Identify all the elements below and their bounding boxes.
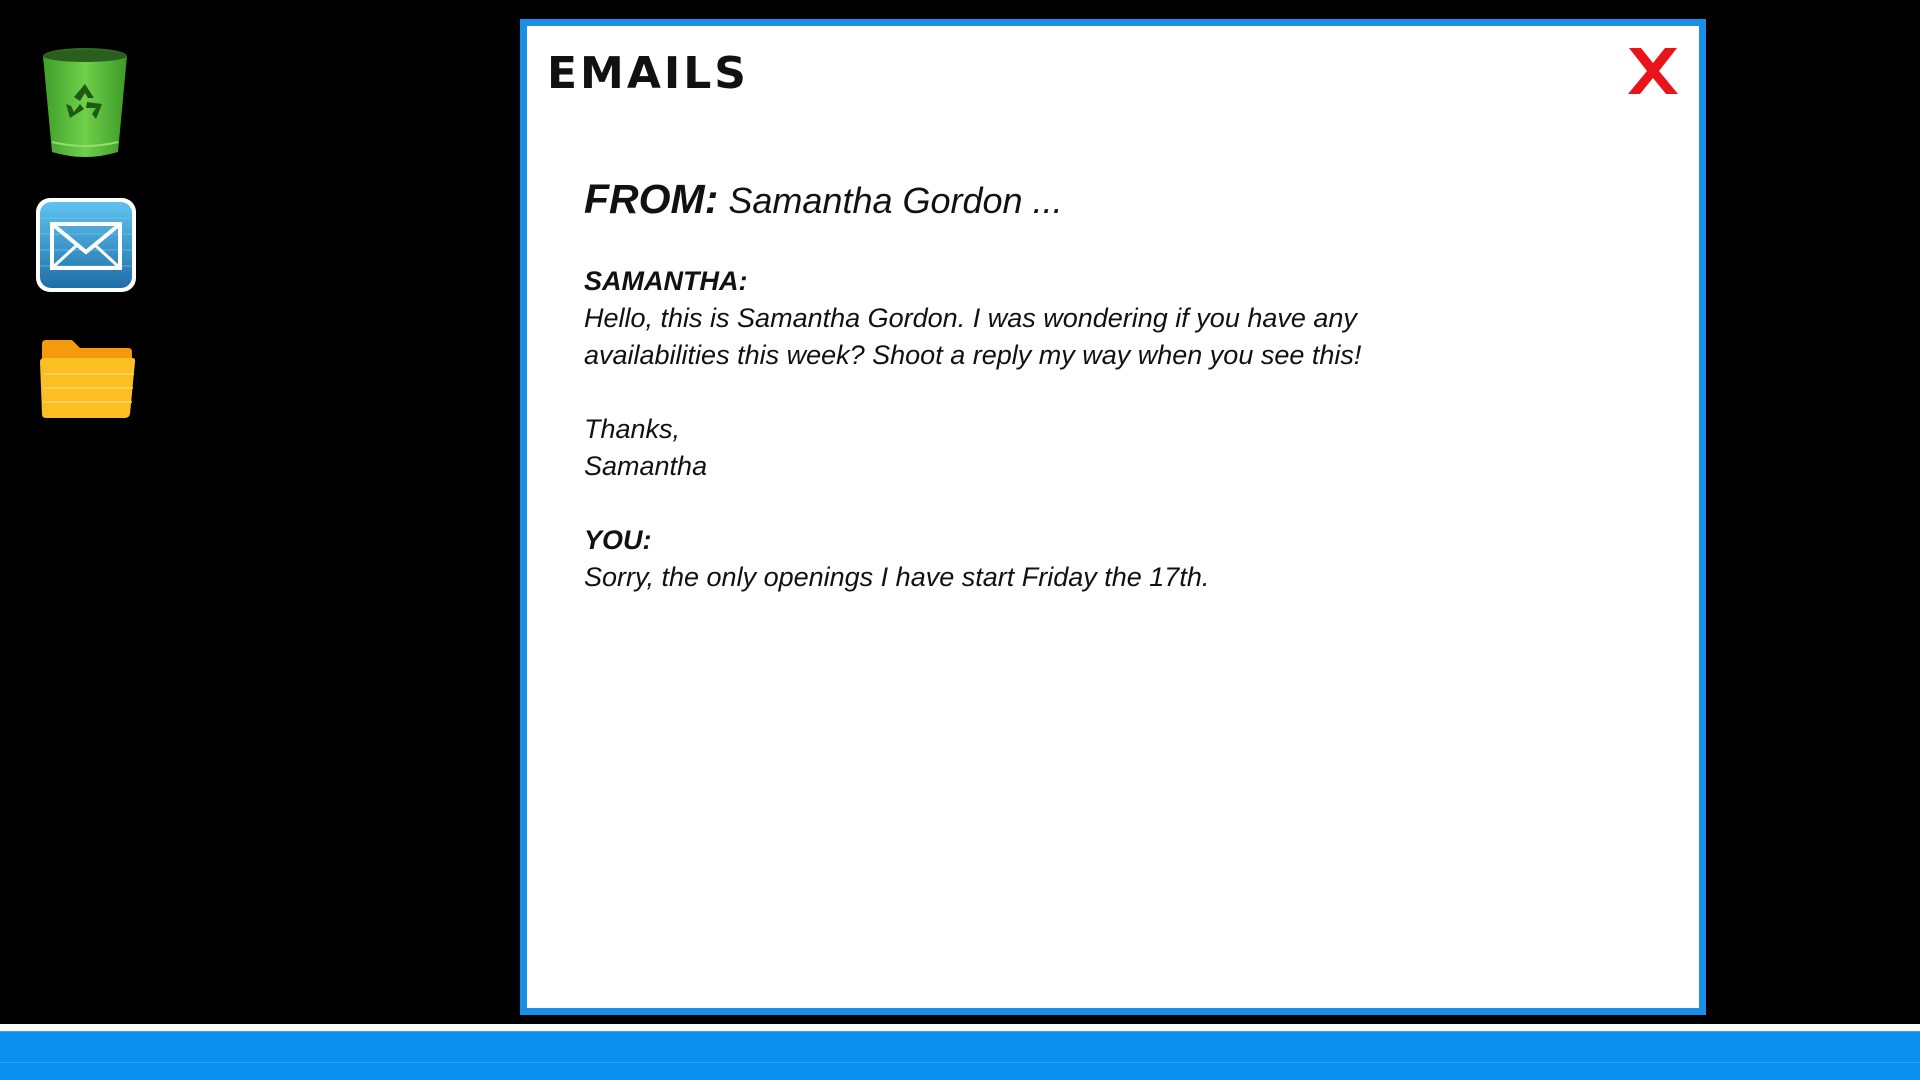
desktop: EMAILS FROM: Samantha Gordon ... SAMANTH… [0, 0, 1920, 1080]
message-speaker: YOU: [584, 525, 652, 555]
close-icon [1628, 48, 1678, 94]
taskbar[interactable] [0, 1031, 1920, 1080]
from-name: Samantha Gordon ... [728, 180, 1063, 221]
email-body: FROM: Samantha Gordon ... SAMANTHA: Hell… [584, 176, 1634, 596]
message-you: YOU: Sorry, the only openings I have sta… [584, 522, 1634, 596]
email-window: EMAILS FROM: Samantha Gordon ... SAMANTH… [520, 19, 1706, 1015]
folder-icon[interactable] [40, 338, 136, 420]
message-line: Sorry, the only openings I have start Fr… [584, 562, 1210, 592]
signoff-line: Samantha [584, 451, 708, 481]
message-speaker: SAMANTHA: [584, 266, 748, 296]
message-samantha: SAMANTHA: Hello, this is Samantha Gordon… [584, 263, 1634, 485]
taskbar-divider [0, 1024, 1920, 1031]
message-line: Hello, this is Samantha Gordon. I was wo… [584, 303, 1357, 333]
window-title: EMAILS [547, 48, 749, 99]
from-line: FROM: Samantha Gordon ... [584, 176, 1634, 223]
from-label: FROM: [584, 176, 719, 222]
close-button[interactable] [1625, 46, 1681, 96]
trash-icon[interactable] [40, 46, 130, 161]
signoff-line: Thanks, [584, 414, 681, 444]
mail-icon[interactable] [34, 196, 138, 294]
message-line: availabilities this week? Shoot a reply … [584, 340, 1362, 370]
